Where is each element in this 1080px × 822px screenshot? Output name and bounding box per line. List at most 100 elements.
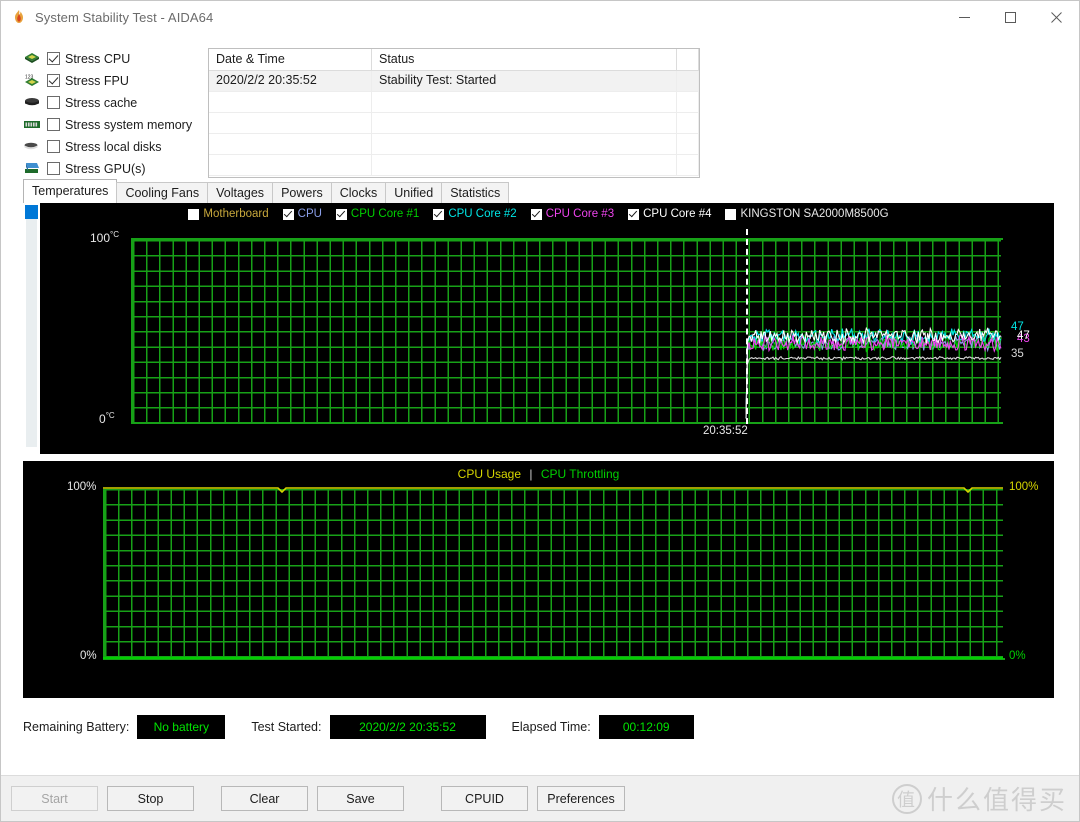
test-started-label: Test Started: [251, 720, 322, 734]
stress-fpu-label: Stress FPU [65, 73, 129, 88]
stress-option-fpu[interactable]: 123 Stress FPU [23, 70, 198, 91]
elapsed-time-label: Elapsed Time: [511, 720, 591, 734]
battery-label: Remaining Battery: [23, 720, 130, 734]
cpuid-button[interactable]: CPUID [441, 786, 528, 811]
maximize-button[interactable] [987, 1, 1033, 33]
legend-label-kingston-ssd: KINGSTON SA2000M8500G [740, 208, 889, 220]
status-log-table[interactable]: Date & Time Status 2020/2/2 20:35:52 Sta… [208, 48, 700, 178]
save-button[interactable]: Save [317, 786, 404, 811]
legend-item-cpu-core-3[interactable]: CPU Core #3 [530, 208, 615, 220]
stress-option-disks[interactable]: Stress local disks [23, 136, 198, 157]
stress-cpu-label: Stress CPU [65, 51, 131, 66]
cpu-title-separator: | [529, 467, 533, 481]
legend-checkbox-motherboard[interactable] [188, 208, 200, 220]
legend-item-kingston-ssd[interactable]: KINGSTON SA2000M8500G [725, 208, 889, 220]
log-header-row: Date & Time Status [209, 49, 699, 71]
table-row[interactable] [209, 155, 699, 176]
watermark-text: 什么值得买 [926, 785, 1067, 815]
cpu-usage-title: CPU Usage [457, 467, 522, 481]
cpu-usage-chart[interactable]: CPU Usage | CPU Throttling 100% 0% 100% … [23, 461, 1054, 698]
status-strip: Remaining Battery: No battery Test Start… [23, 708, 1054, 746]
legend-item-cpu-core-4[interactable]: CPU Core #4 [628, 208, 711, 220]
legend-label-cpu-core-4: CPU Core #4 [643, 208, 712, 220]
stress-option-gpu[interactable]: Stress GPU(s) [23, 158, 198, 179]
legend-checkbox-cpu-core-4[interactable] [628, 208, 640, 220]
tab-cooling-fans[interactable]: Cooling Fans [116, 182, 209, 203]
stability-test-window: System Stability Test - AIDA64 Stress CP… [0, 0, 1080, 822]
legend-item-cpu[interactable]: CPU [282, 208, 322, 220]
cache-chip-icon [23, 95, 41, 111]
preferences-button[interactable]: Preferences [537, 786, 625, 811]
stop-button[interactable]: Stop [107, 786, 194, 811]
watermark: 值 什么值得买 [891, 780, 1067, 817]
legend-checkbox-cpu-core-2[interactable] [433, 208, 445, 220]
close-button[interactable] [1033, 1, 1079, 33]
stress-option-cpu[interactable]: Stress CPU [23, 48, 198, 69]
log-col-spacer [677, 49, 699, 71]
elapsed-time-value: 00:12:09 [598, 715, 694, 739]
stress-cache-checkbox[interactable] [47, 96, 60, 109]
scrollbar-thumb[interactable] [25, 205, 38, 219]
legend-label-cpu-core-3: CPU Core #3 [545, 208, 615, 220]
legend-label-cpu-core-2: CPU Core #2 [448, 208, 517, 220]
start-button[interactable]: Start [11, 786, 98, 811]
stress-cpu-checkbox[interactable] [47, 52, 60, 65]
tab-clocks[interactable]: Clocks [330, 182, 387, 203]
temperature-traces [745, 326, 1002, 419]
stress-gpu-label: Stress GPU(s) [65, 161, 146, 176]
legend-checkbox-cpu-core-3[interactable] [530, 208, 542, 220]
minimize-button[interactable] [941, 1, 987, 33]
tab-statistics[interactable]: Statistics [441, 182, 510, 203]
tab-unified[interactable]: Unified [385, 182, 443, 203]
table-row[interactable] [209, 134, 699, 155]
trace-kingston-sa2000m8500g [745, 355, 1002, 419]
clear-button[interactable]: Clear [221, 786, 308, 811]
cpu-throttling-title: CPU Throttling [540, 467, 620, 481]
legend-checkbox-cpu[interactable] [282, 208, 294, 220]
temperature-chart-scrollbar[interactable] [23, 203, 40, 454]
window-titlebar: System Stability Test - AIDA64 [1, 1, 1079, 34]
scrollbar-track[interactable] [26, 219, 37, 447]
gpu-card-icon [23, 161, 41, 177]
table-row[interactable] [209, 113, 699, 134]
top-area: Stress CPU 123 Stress FPU Stress cache S… [1, 34, 1079, 178]
window-controls [941, 1, 1079, 33]
stress-options-list: Stress CPU 123 Stress FPU Stress cache S… [23, 48, 198, 176]
stress-option-memory[interactable]: Stress system memory [23, 114, 198, 135]
bottom-button-bar: Start Stop Clear Save CPUID Preferences … [1, 775, 1079, 821]
temperature-chart[interactable]: Motherboard CPU CPU Core #1 CPU Core #2 [23, 203, 1054, 454]
legend-checkbox-kingston-ssd[interactable] [725, 208, 737, 220]
time-marker-line [746, 229, 748, 424]
stress-gpu-checkbox[interactable] [47, 162, 60, 175]
stress-memory-checkbox[interactable] [47, 118, 60, 131]
stress-fpu-checkbox[interactable] [47, 74, 60, 87]
legend-item-cpu-core-1[interactable]: CPU Core #1 [335, 208, 419, 220]
log-col-datetime[interactable]: Date & Time [209, 49, 372, 71]
tab-voltages[interactable]: Voltages [207, 182, 274, 203]
legend-item-motherboard[interactable]: Motherboard [188, 208, 269, 220]
stress-option-cache[interactable]: Stress cache [23, 92, 198, 113]
value-label-core4: 47 [1017, 330, 1030, 342]
tab-temperatures[interactable]: Temperatures [23, 179, 118, 203]
charts-container: Motherboard CPU CPU Core #1 CPU Core #2 [23, 203, 1054, 698]
log-col-status[interactable]: Status [372, 49, 677, 71]
stress-memory-label: Stress system memory [65, 117, 193, 132]
table-row[interactable] [209, 92, 699, 113]
legend-item-cpu-core-2[interactable]: CPU Core #2 [433, 208, 517, 220]
watermark-mark: 值 [891, 783, 922, 814]
stress-disks-label: Stress local disks [65, 139, 162, 154]
window-content: Stress CPU 123 Stress FPU Stress cache S… [1, 34, 1079, 775]
value-label-ssd: 35 [1011, 348, 1024, 360]
cpu-traces [103, 487, 1003, 659]
cpu-chart-title: CPU Usage | CPU Throttling [23, 467, 1054, 481]
test-started-value: 2020/2/2 20:35:52 [329, 715, 486, 739]
table-row[interactable]: 2020/2/2 20:35:52 Stability Test: Starte… [209, 71, 699, 92]
log-cell-datetime: 2020/2/2 20:35:52 [209, 71, 372, 92]
stress-disks-checkbox[interactable] [47, 140, 60, 153]
legend-checkbox-cpu-core-1[interactable] [335, 208, 347, 220]
legend-label-cpu: CPU [297, 208, 322, 220]
stress-cache-label: Stress cache [65, 95, 138, 110]
tab-powers[interactable]: Powers [272, 182, 332, 203]
battery-value: No battery [137, 715, 226, 739]
log-cell-status: Stability Test: Started [372, 71, 677, 92]
